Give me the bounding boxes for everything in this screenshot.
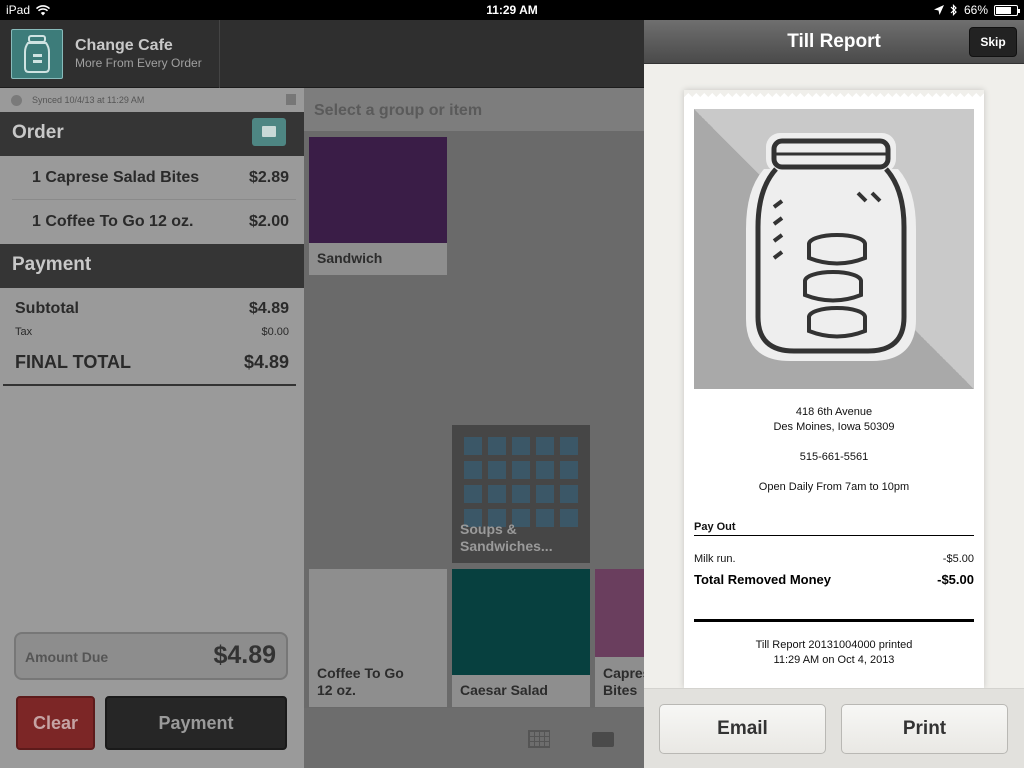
tile-label: Sandwich — [317, 250, 383, 266]
amount-due-label: Amount Due — [25, 649, 109, 665]
order-item-name: 1 Coffee To Go 12 oz. — [32, 213, 194, 230]
receipt-footer-rule — [694, 619, 974, 622]
subtotal-label: Subtotal — [15, 300, 79, 317]
tax-row: Tax $0.00 — [15, 326, 289, 338]
tile-color-swatch — [452, 569, 590, 675]
payment-title: Payment — [12, 254, 92, 275]
app-header: Change Cafe More From Every Order — [0, 20, 644, 88]
sync-text: Synced 10/4/13 at 11:29 AM — [32, 95, 145, 105]
order-item-price: $2.89 — [248, 169, 289, 186]
group-grid-icon — [464, 437, 578, 527]
printed-line-1: Till Report 20131004000 printed — [755, 639, 913, 651]
battery-percent: 66% — [963, 3, 988, 17]
tile-view-icon[interactable] — [592, 732, 614, 747]
order-item-price: $2.00 — [248, 213, 289, 230]
amount-due-value: $4.89 — [213, 641, 276, 669]
skip-button[interactable]: Skip — [969, 27, 1017, 57]
payout-item-label: Milk run. — [694, 553, 736, 565]
payout-item-value: -$5.00 — [942, 553, 974, 565]
mason-jar-logo-icon — [11, 29, 63, 79]
payment-section-header: Payment — [0, 244, 315, 288]
print-button[interactable]: Print — [841, 704, 1008, 754]
receipt-logo-image — [694, 109, 974, 389]
grid-view-icon[interactable] — [528, 730, 550, 748]
tile-label: Caprese Salad Bites — [603, 665, 644, 698]
catalog-search-bar[interactable]: Select a group or item — [304, 88, 644, 132]
battery-fill — [996, 6, 1011, 14]
receipt-phone: 515-661-5561 — [799, 451, 869, 463]
receipt-address: 418 6th Avenue Des Moines, Iowa 50309 — [694, 405, 974, 435]
print-order-button[interactable] — [252, 118, 286, 146]
order-item-row[interactable]: 1 Coffee To Go 12 oz. $2.00 — [12, 200, 296, 244]
till-report-title: Till Report — [787, 31, 881, 52]
printed-line-2: 11:29 AM on Oct 4, 2013 — [773, 654, 895, 666]
catalog-bottom-bar — [304, 708, 644, 768]
total-removed-label: Total Removed Money — [694, 572, 832, 587]
order-item-row[interactable]: 1 Caprese Salad Bites $2.89 — [12, 156, 296, 200]
tile-coffee-to-go[interactable]: Coffee To Go 12 oz. — [309, 569, 447, 707]
order-title: Order — [12, 122, 64, 143]
clock: 11:29 AM — [486, 3, 538, 17]
mason-jar-coins-icon — [746, 133, 916, 361]
subtotal-row: Subtotal $4.89 — [15, 300, 289, 318]
tile-color-swatch — [309, 137, 447, 243]
sync-check-icon — [11, 95, 22, 106]
tile-label: Soups & Sandwiches... — [460, 521, 553, 554]
pos-main-area: Change Cafe More From Every Order Synced… — [0, 20, 644, 768]
tile-soups-sandwiches[interactable]: Soups & Sandwiches... — [452, 425, 590, 563]
total-removed-value: -$5.00 — [937, 572, 974, 587]
till-report-footer: Email Print — [644, 688, 1024, 768]
receipt[interactable]: 418 6th Avenue Des Moines, Iowa 50309 51… — [684, 90, 984, 688]
tile-caprese-salad-bites[interactable]: Caprese Salad Bites — [595, 569, 644, 707]
tile-sandwich[interactable]: Sandwich — [309, 137, 447, 275]
receipt-torn-edge — [684, 90, 984, 97]
location-icon — [933, 5, 944, 15]
final-total-row: FINAL TOTAL $4.89 — [15, 352, 289, 373]
status-bar: iPad 11:29 AM 66% — [0, 0, 1024, 20]
tile-label: Coffee To Go 12 oz. — [317, 665, 404, 698]
receipt-hours: Open Daily From 7am to 10pm — [758, 481, 910, 493]
clear-button[interactable]: Clear — [16, 696, 95, 750]
bluetooth-icon — [950, 4, 957, 16]
subtotal-value: $4.89 — [248, 300, 289, 317]
tax-value: $0.00 — [261, 326, 289, 338]
final-total-value: $4.89 — [243, 352, 289, 372]
payout-header: Pay Out — [694, 521, 736, 533]
address-line-1: 418 6th Avenue — [795, 406, 873, 418]
amount-due-box: Amount Due $4.89 — [14, 632, 288, 680]
tax-label: Tax — [15, 326, 33, 338]
catalog-area: Select a group or item Sandwich Soups & … — [304, 88, 644, 768]
till-report-panel: Till Report Skip 418 6th Avenue Des Moin… — [644, 20, 1024, 768]
battery-icon — [994, 4, 1020, 16]
sync-document-icon[interactable] — [286, 94, 296, 105]
printer-icon — [262, 126, 276, 137]
cafe-tagline: More From Every Order — [75, 56, 202, 70]
payment-button[interactable]: Payment — [105, 696, 287, 750]
sync-status: Synced 10/4/13 at 11:29 AM — [0, 88, 304, 112]
email-button[interactable]: Email — [659, 704, 826, 754]
payout-item-row: Milk run. -$5.00 — [694, 553, 974, 565]
total-removed-row: Total Removed Money -$5.00 — [694, 572, 974, 587]
cafe-name: Change Cafe — [75, 37, 173, 54]
payout-rule — [694, 535, 974, 536]
order-section-header: Order — [0, 112, 315, 156]
order-panel: Synced 10/4/13 at 11:29 AM Order 1 Capre… — [0, 88, 315, 768]
total-divider — [3, 384, 296, 386]
receipt-printed-info: Till Report 20131004000 printed 11:29 AM… — [694, 638, 974, 668]
tile-color-swatch — [595, 569, 644, 657]
address-line-2: Des Moines, Iowa 50309 — [773, 421, 895, 433]
final-total-label: FINAL TOTAL — [15, 352, 131, 372]
till-report-header: Till Report Skip — [644, 20, 1024, 64]
header-divider — [219, 20, 220, 88]
tile-label: Caesar Salad — [460, 682, 548, 698]
order-item-name: 1 Caprese Salad Bites — [32, 169, 200, 186]
tile-caesar-salad[interactable]: Caesar Salad — [452, 569, 590, 707]
